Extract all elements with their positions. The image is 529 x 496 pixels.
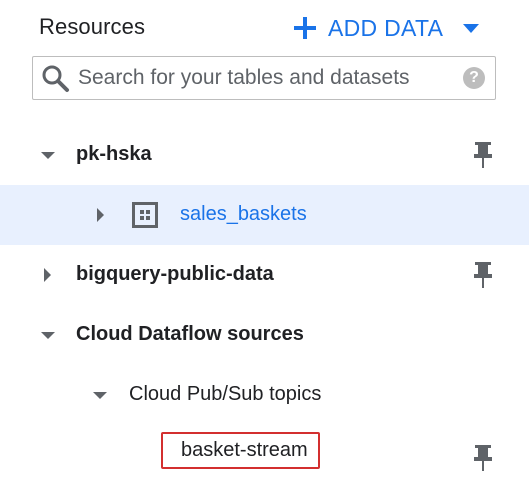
dataset-icon — [132, 202, 158, 228]
project-label: bigquery-public-data — [76, 263, 274, 285]
topic-label: basket-stream — [181, 439, 308, 461]
panel-title: Resources — [39, 14, 146, 39]
source-group-label: Cloud Dataflow sources — [76, 323, 304, 345]
tree-row-basket-stream[interactable]: basket-stream — [0, 425, 529, 485]
highlighted-topic[interactable]: basket-stream — [161, 432, 320, 469]
topic-group-label: Cloud Pub/Sub topics — [129, 383, 322, 405]
pin-icon[interactable] — [472, 142, 494, 168]
magnifier-icon — [40, 63, 70, 93]
tree-row-bigquery-public-data[interactable]: bigquery-public-data — [0, 245, 529, 305]
tree-row-cloud-dataflow-sources[interactable]: Cloud Dataflow sources — [0, 305, 529, 365]
search-box: ? — [32, 56, 496, 100]
tree-row-pk-hska[interactable]: pk-hska — [0, 125, 529, 185]
project-label: pk-hska — [76, 143, 152, 165]
help-circle-icon[interactable]: ? — [463, 67, 485, 89]
pin-icon[interactable] — [472, 445, 494, 471]
expand-arrow-down-icon[interactable] — [41, 332, 55, 339]
pin-icon[interactable] — [472, 262, 494, 288]
expand-arrow-down-icon[interactable] — [41, 152, 55, 159]
expand-arrow-right-icon[interactable] — [44, 268, 51, 282]
plus-icon — [294, 17, 316, 39]
tree-row-sales-baskets[interactable]: sales_baskets — [0, 185, 529, 245]
expand-arrow-down-icon[interactable] — [93, 392, 107, 399]
add-data-button[interactable]: ADD DATA — [294, 8, 480, 48]
caret-down-icon[interactable] — [463, 23, 480, 33]
expand-arrow-right-icon[interactable] — [97, 208, 104, 222]
tree-row-cloud-pubsub-topics[interactable]: Cloud Pub/Sub topics — [0, 365, 529, 425]
add-data-label: ADD DATA — [328, 14, 444, 41]
search-input[interactable] — [78, 66, 457, 90]
dataset-label[interactable]: sales_baskets — [180, 203, 307, 226]
